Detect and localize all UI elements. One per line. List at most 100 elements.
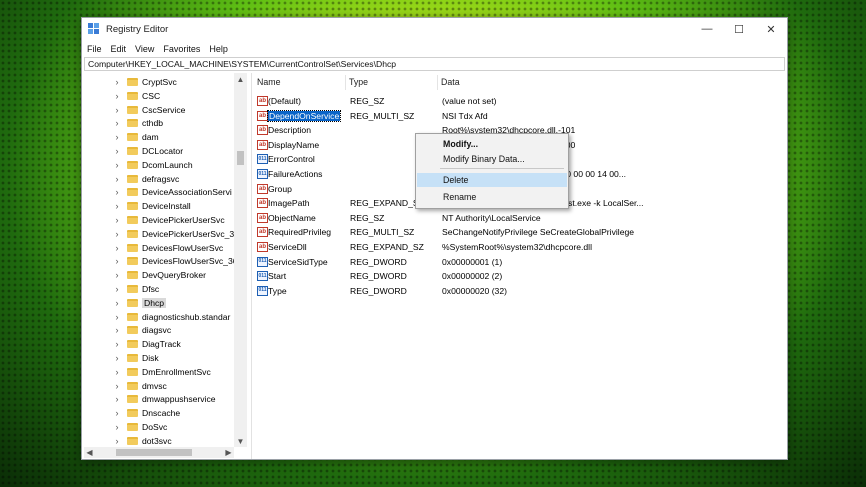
column-header-type[interactable]: Type <box>346 75 438 90</box>
scroll-right-icon[interactable]: ▶ <box>223 447 234 458</box>
folder-icon <box>127 147 138 155</box>
chevron-right-icon[interactable]: › <box>112 381 122 391</box>
scroll-left-icon[interactable]: ◀ <box>84 447 95 458</box>
tree-item[interactable]: › CscService <box>84 103 186 117</box>
menu-view[interactable]: View <box>135 44 154 54</box>
address-bar[interactable]: Computer\HKEY_LOCAL_MACHINE\SYSTEM\Curre… <box>84 57 785 71</box>
folder-icon <box>127 326 138 335</box>
tree-item[interactable]: › DiagTrack <box>84 337 181 351</box>
column-header-name[interactable]: Name <box>254 75 346 90</box>
chevron-right-icon[interactable]: › <box>112 325 122 335</box>
tree-item[interactable]: › dam <box>84 130 159 144</box>
chevron-right-icon[interactable]: › <box>112 187 122 197</box>
tree-item[interactable]: › DevicePickerUserSvc_36 <box>84 227 239 241</box>
chevron-right-icon[interactable]: › <box>112 312 122 322</box>
menu-rename[interactable]: Rename <box>417 190 567 204</box>
scrollbar-thumb[interactable] <box>237 151 244 165</box>
tree-vertical-scrollbar[interactable]: ▲ ▼ <box>234 73 247 447</box>
chevron-right-icon[interactable]: › <box>112 298 122 308</box>
menu-separator <box>440 168 564 169</box>
maximize-button[interactable]: ☐ <box>723 18 755 40</box>
chevron-right-icon[interactable]: › <box>112 132 122 142</box>
chevron-right-icon[interactable]: › <box>112 394 122 404</box>
chevron-right-icon[interactable]: › <box>112 353 122 363</box>
tree-item[interactable]: › DevicesFlowUserSvc_36 <box>84 254 238 268</box>
tree-item[interactable]: › dmvsc <box>84 379 167 393</box>
tree-horizontal-scrollbar[interactable]: ◀ ▶ <box>84 447 234 458</box>
chevron-right-icon[interactable]: › <box>112 367 122 377</box>
chevron-right-icon[interactable]: › <box>112 174 122 184</box>
chevron-right-icon[interactable]: › <box>112 77 122 87</box>
chevron-right-icon[interactable]: › <box>112 256 122 266</box>
chevron-right-icon[interactable]: › <box>112 408 122 418</box>
scrollbar-thumb[interactable] <box>116 449 192 456</box>
value-type: REG_DWORD <box>350 256 407 267</box>
tree-item[interactable]: › DevQueryBroker <box>84 268 207 282</box>
value-row[interactable]: ab ServiceDll REG_EXPAND_SZ %SystemRoot%\sy… <box>254 240 785 254</box>
pane-splitter[interactable] <box>251 73 252 459</box>
title-bar[interactable]: Registry Editor — ☐ ✕ <box>82 18 787 40</box>
scroll-up-icon[interactable]: ▲ <box>234 73 247 85</box>
tree-item[interactable]: › diagnosticshub.standar <box>84 310 231 324</box>
tree-item[interactable]: › DeviceAssociationServi <box>84 185 232 199</box>
tree-item[interactable]: › Dnscache <box>84 406 181 420</box>
tree-item[interactable]: › DCLocator <box>84 144 184 158</box>
folder-icon <box>127 105 138 114</box>
menu-help[interactable]: Help <box>209 44 228 54</box>
chevron-right-icon[interactable]: › <box>112 146 122 156</box>
menu-edit[interactable]: Edit <box>111 44 127 54</box>
chevron-right-icon[interactable]: › <box>112 422 122 432</box>
tree-item[interactable]: › DmEnrollmentSvc <box>84 365 211 379</box>
chevron-right-icon[interactable]: › <box>112 436 122 446</box>
column-header-data[interactable]: Data <box>438 75 678 90</box>
tree-item[interactable]: › DcomLaunch <box>84 158 193 172</box>
value-row[interactable]: ab RequiredPrivileg REG_MULTI_SZ SeChangeNo… <box>254 225 785 239</box>
chevron-right-icon[interactable]: › <box>112 105 122 115</box>
chevron-right-icon[interactable]: › <box>112 339 122 349</box>
tree-item[interactable]: › DeviceInstall <box>84 199 191 213</box>
menu-favorites[interactable]: Favorites <box>163 44 200 54</box>
value-row[interactable]: ab DependOnService REG_MULTI_SZ NSI Tdx Afd <box>254 109 785 123</box>
minimize-button[interactable]: — <box>691 18 723 40</box>
menu-modify-binary-data[interactable]: Modify Binary Data... <box>417 152 567 166</box>
tree-item[interactable]: › defragsvc <box>84 172 180 186</box>
chevron-right-icon[interactable]: › <box>112 243 122 253</box>
value-row[interactable]: 011 Start REG_DWORD 0x00000002 (2) <box>254 269 785 283</box>
menu-modify[interactable]: Modify... <box>417 137 567 151</box>
menu-delete[interactable]: Delete <box>417 173 567 187</box>
value-name: ObjectName <box>268 212 316 223</box>
value-type: REG_EXPAND_SZ <box>350 198 424 209</box>
chevron-right-icon[interactable]: › <box>112 91 122 101</box>
tree-item[interactable]: › CSC <box>84 89 161 103</box>
chevron-right-icon[interactable]: › <box>112 118 122 128</box>
value-row[interactable]: ab ObjectName REG_SZ NT Authority\LocalServ… <box>254 211 785 225</box>
chevron-right-icon[interactable]: › <box>112 160 122 170</box>
folder-icon <box>127 119 138 128</box>
scroll-down-icon[interactable]: ▼ <box>234 435 247 447</box>
value-type: REG_SZ <box>350 212 385 223</box>
chevron-right-icon[interactable]: › <box>112 229 122 239</box>
close-button[interactable]: ✕ <box>755 18 787 40</box>
tree-item[interactable]: › Disk <box>84 351 159 365</box>
tree-item[interactable]: › Dfsc <box>84 282 160 296</box>
value-row[interactable]: ab (Default) REG_SZ (value not set) <box>254 94 785 108</box>
chevron-right-icon[interactable]: › <box>112 270 122 280</box>
value-name: Start <box>268 271 287 282</box>
chevron-right-icon[interactable]: › <box>112 215 122 225</box>
tree-item[interactable]: › cthdb <box>84 116 164 130</box>
tree-item[interactable]: › CryptSvc <box>84 75 177 89</box>
folder-icon <box>127 229 138 238</box>
value-name: FailureActions <box>268 169 323 179</box>
tree-item[interactable]: › dmwappushservice <box>84 392 216 406</box>
tree-item[interactable]: › DevicesFlowUserSvc <box>84 241 224 255</box>
tree-item[interactable]: › DevicePickerUserSvc <box>84 213 225 227</box>
tree-item[interactable]: › Dhcp <box>84 296 167 310</box>
tree-item[interactable]: › diagsvc <box>84 323 172 337</box>
value-row[interactable]: 011 ServiceSidType REG_DWORD 0x00000001 (1) <box>254 255 785 269</box>
chevron-right-icon[interactable]: › <box>112 201 122 211</box>
menu-file[interactable]: File <box>87 44 102 54</box>
tree-item[interactable]: › dot3svc <box>84 434 172 447</box>
chevron-right-icon[interactable]: › <box>112 284 122 294</box>
tree-item[interactable]: › DoSvc <box>84 420 168 434</box>
value-row[interactable]: 011 Type REG_DWORD 0x00000020 (32) <box>254 284 785 298</box>
